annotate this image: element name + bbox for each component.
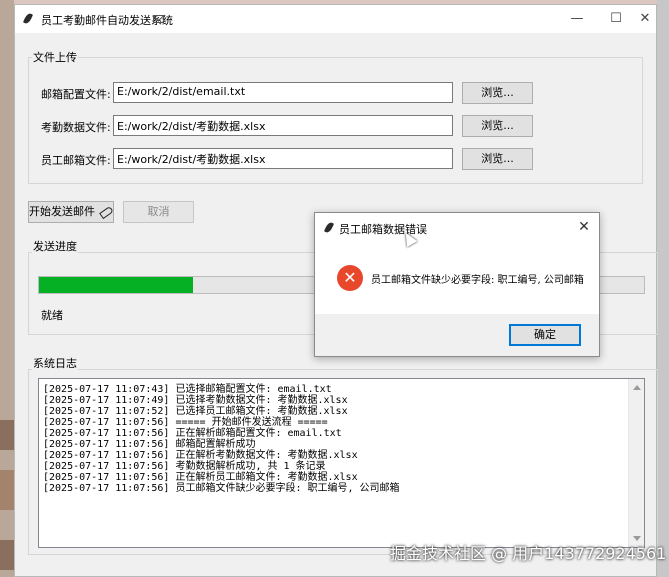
mail-icon [153,15,164,23]
log-group-label: 系统日志 [32,355,78,371]
dialog-close-button[interactable]: ✕ [573,217,595,237]
title-bar: 员工考勤邮件自动发送系统 — ☐ ✕ [15,5,656,33]
maximize-button[interactable]: ☐ [602,9,630,29]
log-line: [2025-07-17 11:07:49] 已选择考勤数据文件: 考勤数据.xl… [43,395,348,406]
cancel-button[interactable]: 取消 [123,201,194,223]
log-line: [2025-07-17 11:07:52] 已选择员工邮箱文件: 考勤数据.xl… [43,406,348,417]
employee-email-label: 员工邮箱文件: [41,154,111,167]
ok-button[interactable]: 确定 [509,324,581,346]
progress-bar-fill [39,277,194,293]
log-line: [2025-07-17 11:07:56] 考勤数据解析成功, 共 1 条记录 [43,461,326,472]
browse-attendance-button[interactable]: 浏览... [462,115,533,137]
browse-employee-email-button[interactable]: 浏览... [462,148,533,170]
log-line: [2025-07-17 11:07:56] ===== 开始邮件发送流程 ===… [43,417,328,428]
browse-email-config-button[interactable]: 浏览... [462,82,533,104]
log-line: [2025-07-17 11:07:56] 正在解析员工邮箱文件: 考勤数据.x… [43,472,358,483]
start-send-button[interactable]: 开始发送邮件 [28,201,114,223]
close-button[interactable]: ✕ [631,9,659,29]
log-textarea[interactable]: [2025-07-17 11:07:43] 已选择邮箱配置文件: email.t… [38,378,645,548]
employee-email-input[interactable]: E:/work/2/dist/考勤数据.xlsx [113,148,453,169]
scroll-up-icon[interactable] [633,385,641,390]
attendance-data-label: 考勤数据文件: [41,121,111,134]
progress-status: 就绪 [41,309,63,322]
email-config-label: 邮箱配置文件: [41,88,111,101]
background-right-edge [657,0,669,577]
error-icon: ✕ [337,265,363,291]
rocket-icon [99,205,114,219]
log-line: [2025-07-17 11:07:56] 正在解析考勤数据文件: 考勤数据.x… [43,450,358,461]
progress-group-label: 发送进度 [32,238,78,254]
dialog-message: 员工邮箱文件缺少必要字段: 职工编号, 公司邮箱 [371,275,584,286]
app-feather-icon [22,12,34,25]
background-left-edge [0,0,14,577]
log-line: [2025-07-17 11:07:43] 已选择邮箱配置文件: email.t… [43,384,332,395]
log-line: [2025-07-17 11:07:56] 员工邮箱文件缺少必要字段: 职工编号… [43,483,400,494]
dialog-feather-icon [323,221,335,234]
minimize-button[interactable]: — [563,9,591,29]
log-scrollbar[interactable] [628,379,644,547]
log-line: [2025-07-17 11:07:56] 邮箱配置解析成功 [43,439,256,450]
watermark: 掘金技术社区 @ 用户143772924561 [390,544,667,563]
log-line: [2025-07-17 11:07:56] 正在解析邮箱配置文件: email.… [43,428,342,439]
attendance-data-input[interactable]: E:/work/2/dist/考勤数据.xlsx [113,115,453,136]
start-send-label: 开始发送邮件 [29,205,95,218]
dialog-footer: 确定 [315,314,599,356]
upload-group-label: 文件上传 [32,49,78,65]
email-config-input[interactable]: E:/work/2/dist/email.txt [113,82,453,103]
error-dialog: 员工邮箱数据错误 ✕ ✕ 员工邮箱文件缺少必要字段: 职工编号, 公司邮箱 确定 [314,212,600,357]
